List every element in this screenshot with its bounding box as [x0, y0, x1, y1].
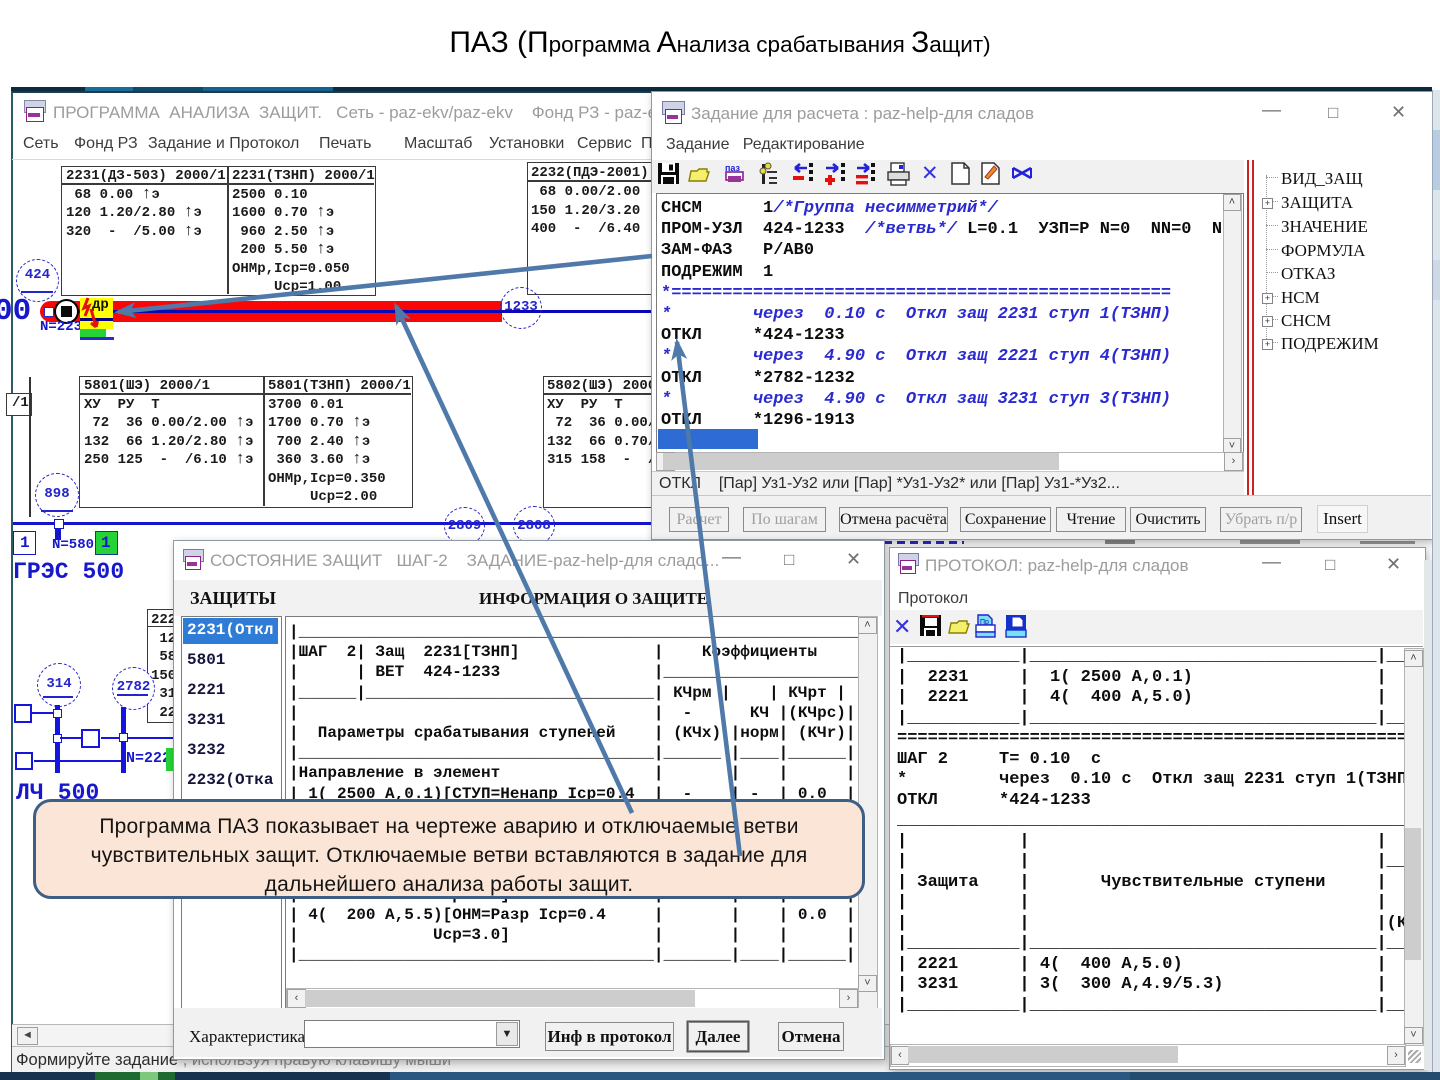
svg-text:Пр: Пр [980, 619, 989, 626]
svg-text:✕: ✕ [893, 614, 911, 639]
svg-text:✕: ✕ [921, 162, 939, 185]
